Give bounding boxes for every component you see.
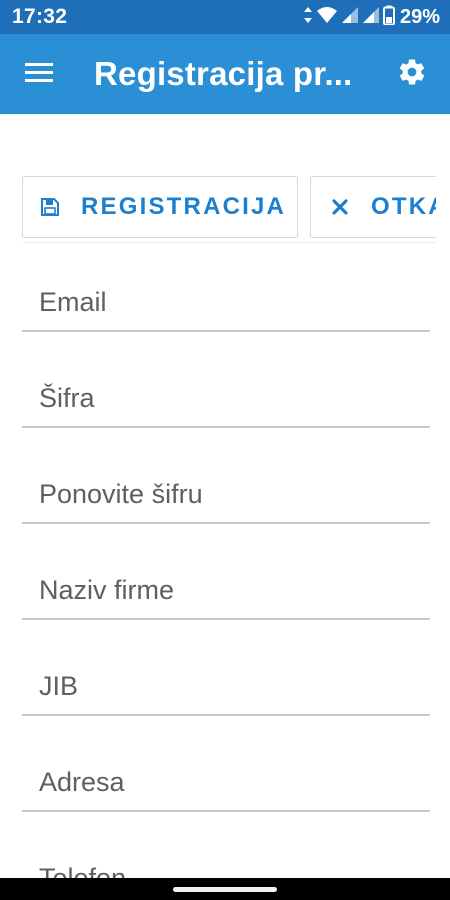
menu-button[interactable] [8,34,70,114]
data-arrows-icon [303,6,313,29]
jib-field[interactable] [22,642,430,716]
page-title: Registracija pr... [94,55,353,92]
battery-percent: 29% [399,5,440,28]
cancel-button[interactable]: OTKA [310,176,450,238]
battery-icon [382,5,395,30]
gear-icon [397,57,427,92]
status-bar: 17:32 29% [0,0,450,34]
password-field[interactable] [22,354,430,428]
menu-icon [25,61,53,88]
repeat-password-field-wrapper [22,450,430,546]
close-icon [329,196,351,218]
company-name-field-wrapper [22,546,430,642]
address-field[interactable] [22,738,430,812]
company-name-field[interactable] [22,546,430,620]
status-time: 17:32 [12,5,68,28]
signal-icon [341,6,359,29]
settings-button[interactable] [394,56,430,92]
save-icon [39,196,61,218]
scroll-edge [436,170,450,246]
email-field[interactable] [22,258,430,332]
action-buttons: REGISTRACIJA OTKA [0,114,450,244]
address-field-wrapper [22,738,430,834]
app-bar: Registracija pr... [0,34,450,114]
wifi-icon [316,6,338,29]
register-button-label: REGISTRACIJA [81,193,287,220]
home-handle[interactable] [173,887,277,892]
divider [22,242,436,243]
register-button[interactable]: REGISTRACIJA [22,176,298,238]
registration-form [22,258,430,900]
jib-field-wrapper [22,642,430,738]
signal-icon [362,6,380,29]
repeat-password-field[interactable] [22,450,430,524]
email-field-wrapper [22,258,430,354]
navigation-bar [0,878,450,900]
password-field-wrapper [22,354,430,450]
status-icons: 29% [303,5,440,30]
